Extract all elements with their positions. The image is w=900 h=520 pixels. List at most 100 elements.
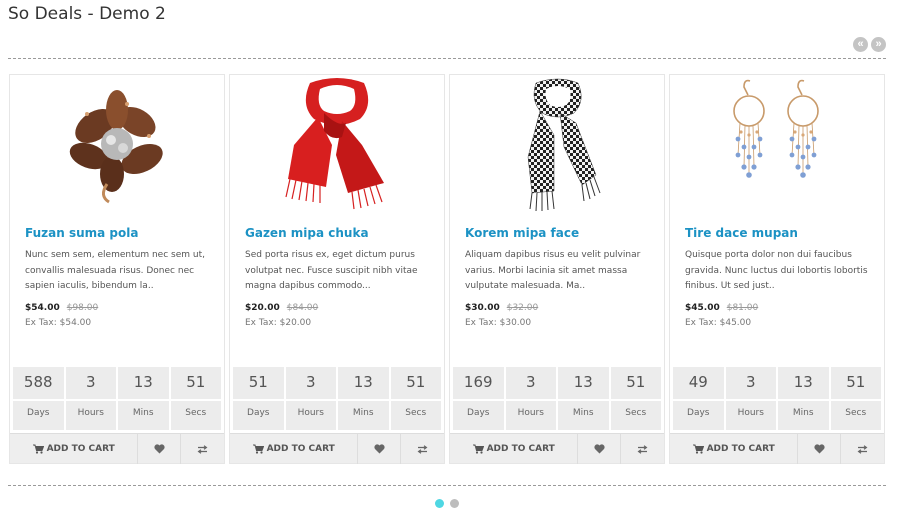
price-new: $30.00	[465, 303, 500, 313]
compare-icon	[197, 444, 208, 454]
countdown-hours: 3 Hours	[725, 367, 776, 430]
add-to-cart-button[interactable]: ADD TO CART	[670, 434, 799, 464]
countdown-days-value: 169	[463, 373, 493, 391]
wishlist-button[interactable]	[578, 434, 622, 464]
countdown-hours: 3 Hours	[505, 367, 556, 430]
countdown-days-value: 49	[688, 373, 708, 391]
product-card: Korem mipa face Aliquam dapibus risus eu…	[449, 74, 665, 464]
countdown-secs-value: 51	[186, 373, 206, 391]
product-actions: ADD TO CART	[670, 433, 884, 464]
product-description: Quisque porta dolor non dui faucibus gra…	[685, 250, 868, 291]
add-to-cart-label: ADD TO CART	[266, 444, 335, 454]
product-card: Fuzan suma pola Nunc sem sem, elementum …	[9, 74, 225, 464]
compare-button[interactable]	[621, 434, 664, 464]
red-scarf-image[interactable]	[230, 75, 444, 215]
product-name-link[interactable]: Tire dace mupan	[685, 226, 798, 240]
price-old: $98.00	[66, 303, 99, 313]
countdown-hours: 3 Hours	[65, 367, 116, 430]
countdown-days: 51 Days	[233, 367, 284, 430]
divider-bottom	[8, 485, 886, 486]
add-to-cart-button[interactable]: ADD TO CART	[10, 434, 139, 464]
heart-icon	[374, 444, 385, 454]
countdown-timer: 588 Days 3 Hours 13 Mins 51 Secs	[13, 367, 221, 430]
countdown-hours-value: 3	[305, 373, 316, 391]
price-row: $20.00 $84.00	[245, 303, 318, 313]
earrings-image[interactable]	[670, 75, 884, 215]
product-name-link[interactable]: Korem mipa face	[465, 226, 579, 240]
ex-tax: Ex Tax: $30.00	[465, 318, 532, 328]
countdown-mins-label: Mins	[132, 408, 154, 418]
product-card: Gazen mipa chuka Sed porta risus ex, ege…	[229, 74, 445, 464]
countdown-mins: 13 Mins	[778, 367, 829, 430]
countdown-mins-label: Mins	[572, 408, 594, 418]
countdown-days: 169 Days	[453, 367, 504, 430]
add-to-cart-button[interactable]: ADD TO CART	[230, 434, 359, 464]
countdown-secs: 51 Secs	[390, 367, 441, 430]
countdown-days-value: 51	[248, 373, 268, 391]
wishlist-button[interactable]	[798, 434, 842, 464]
product-card: Tire dace mupan Quisque porta dolor non …	[669, 74, 885, 464]
compare-button[interactable]	[181, 434, 224, 464]
pager-dot-1[interactable]	[435, 499, 444, 508]
add-to-cart-label: ADD TO CART	[706, 444, 775, 454]
countdown-secs-label: Secs	[625, 408, 647, 418]
countdown-mins: 13 Mins	[558, 367, 609, 430]
countdown-hours-value: 3	[85, 373, 96, 391]
price-new: $45.00	[685, 303, 720, 313]
price-row: $45.00 $81.00	[685, 303, 758, 313]
countdown-mins-value: 13	[353, 373, 373, 391]
prev-arrow-button[interactable]: «	[853, 37, 868, 52]
heart-icon	[154, 444, 165, 454]
wishlist-button[interactable]	[138, 434, 182, 464]
countdown-days-value: 588	[23, 373, 53, 391]
houndstooth-scarf-image[interactable]	[450, 75, 664, 215]
price-row: $54.00 $98.00	[25, 303, 98, 313]
carousel-pager	[435, 499, 459, 508]
cart-icon	[32, 444, 44, 454]
countdown-hours-value: 3	[745, 373, 756, 391]
add-to-cart-label: ADD TO CART	[46, 444, 115, 454]
deals-carousel: Fuzan suma pola Nunc sem sem, elementum …	[9, 74, 889, 466]
countdown-days-label: Days	[247, 408, 270, 418]
cart-icon	[252, 444, 264, 454]
pager-dot-2[interactable]	[450, 499, 459, 508]
compare-icon	[857, 444, 868, 454]
wishlist-button[interactable]	[358, 434, 402, 464]
countdown-days-label: Days	[27, 408, 50, 418]
product-description: Nunc sem sem, elementum nec sem ut, conv…	[25, 250, 205, 291]
countdown-mins-value: 13	[573, 373, 593, 391]
compare-button[interactable]	[841, 434, 884, 464]
countdown-secs-value: 51	[626, 373, 646, 391]
product-name-link[interactable]: Fuzan suma pola	[25, 226, 138, 240]
add-to-cart-button[interactable]: ADD TO CART	[450, 434, 579, 464]
heart-icon	[814, 444, 825, 454]
countdown-hours-label: Hours	[737, 408, 764, 418]
compare-icon	[417, 444, 428, 454]
product-name-link[interactable]: Gazen mipa chuka	[245, 226, 369, 240]
page-title: So Deals - Demo 2	[8, 4, 166, 24]
product-actions: ADD TO CART	[10, 433, 224, 464]
price-old: $81.00	[726, 303, 759, 313]
ex-tax: Ex Tax: $54.00	[25, 318, 92, 328]
countdown-mins: 13 Mins	[118, 367, 169, 430]
countdown-timer: 169 Days 3 Hours 13 Mins 51 Secs	[453, 367, 661, 430]
countdown-secs: 51 Secs	[830, 367, 881, 430]
countdown-days-label: Days	[467, 408, 490, 418]
countdown-secs-value: 51	[406, 373, 426, 391]
countdown-hours-label: Hours	[297, 408, 324, 418]
countdown-mins-label: Mins	[792, 408, 814, 418]
ex-tax: Ex Tax: $45.00	[685, 318, 752, 328]
brooch-image[interactable]	[10, 75, 224, 215]
add-to-cart-label: ADD TO CART	[486, 444, 555, 454]
next-arrow-button[interactable]: »	[871, 37, 886, 52]
divider-top	[8, 58, 886, 59]
cart-icon	[472, 444, 484, 454]
countdown-timer: 49 Days 3 Hours 13 Mins 51 Secs	[673, 367, 881, 430]
countdown-days-label: Days	[687, 408, 710, 418]
price-new: $54.00	[25, 303, 60, 313]
compare-button[interactable]	[401, 434, 444, 464]
compare-icon	[637, 444, 648, 454]
countdown-mins: 13 Mins	[338, 367, 389, 430]
countdown-hours-label: Hours	[517, 408, 544, 418]
ex-tax: Ex Tax: $20.00	[245, 318, 312, 328]
